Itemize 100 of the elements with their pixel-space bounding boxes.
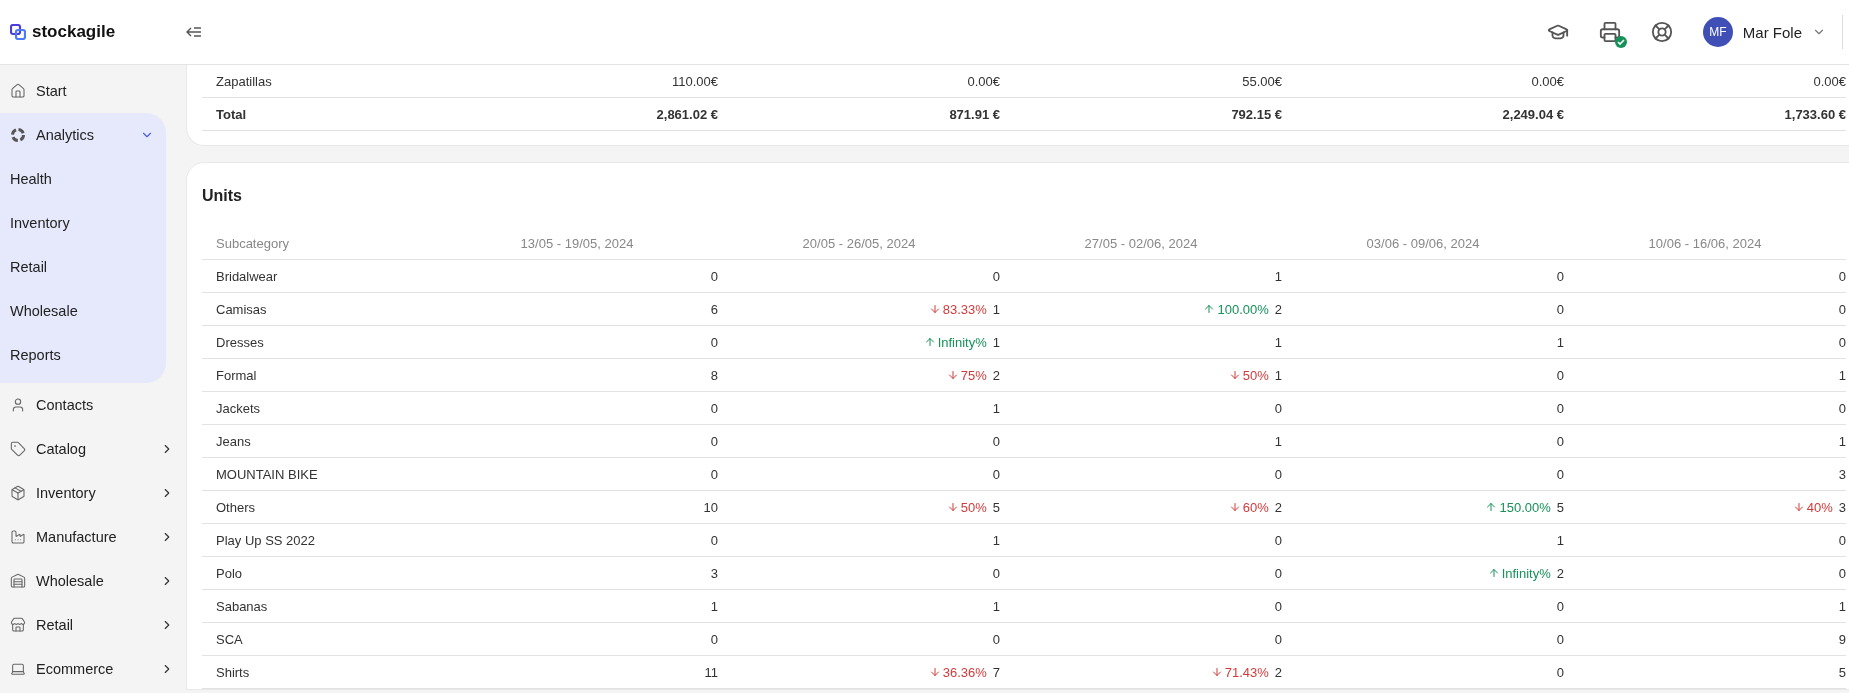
- table-cell: Total: [202, 98, 436, 131]
- arrow-down-icon: [1228, 501, 1241, 513]
- table-cell: SCA: [202, 623, 436, 656]
- change-percent: Infinity%: [937, 334, 987, 350]
- sidebar-subitem[interactable]: Wholesale: [0, 289, 166, 333]
- arrow-down-icon: [946, 369, 959, 381]
- tag-icon: [10, 441, 26, 457]
- unit-count: 1: [1838, 367, 1846, 383]
- sidebar-item[interactable]: Manufacture: [0, 515, 186, 559]
- unit-count: 0: [992, 565, 1000, 581]
- unit-count: 3: [710, 565, 718, 581]
- sidebar-item[interactable]: Inventory: [0, 471, 186, 515]
- unit-count: 5: [992, 499, 1000, 515]
- unit-count: 0: [1556, 598, 1564, 614]
- lifebuoy-icon[interactable]: [1650, 21, 1673, 43]
- change-percent: 60%: [1242, 499, 1269, 515]
- table-cell: 1,733.60 €: [1564, 98, 1846, 131]
- sidebar-subitem[interactable]: Health: [0, 157, 166, 201]
- unit-count: 0: [1556, 301, 1564, 317]
- table-cell: Camisas: [202, 293, 436, 326]
- sidebar-subitem[interactable]: Inventory: [0, 201, 166, 245]
- table-cell: Play Up SS 2022: [202, 524, 436, 557]
- column-header: 20/05 - 26/05, 2024: [718, 227, 1000, 260]
- box-icon: [10, 485, 26, 501]
- user-menu[interactable]: MF Mar Fole: [1702, 15, 1843, 49]
- arrow-down-icon: [946, 501, 959, 513]
- sidebar-item[interactable]: Retail: [0, 603, 186, 647]
- home-icon: [10, 83, 26, 99]
- sidebar-item[interactable]: Start: [0, 69, 186, 113]
- table-cell: Polo: [202, 557, 436, 590]
- arrow-up-icon: [1485, 501, 1498, 513]
- unit-count: 0: [1838, 400, 1846, 416]
- unit-count: 10: [703, 499, 718, 515]
- sidebar-item[interactable]: Ecommerce: [0, 647, 186, 691]
- unit-count: 0: [1274, 631, 1282, 647]
- unit-count: 0: [992, 433, 1000, 449]
- unit-count: 0: [710, 400, 718, 416]
- unit-count: 0: [1556, 433, 1564, 449]
- unit-count: 0: [1274, 400, 1282, 416]
- change-percent: 150.00%: [1499, 499, 1551, 515]
- unit-count: 1: [992, 301, 1000, 317]
- unit-count: 0: [1556, 466, 1564, 482]
- table-cell: Sabanas: [202, 590, 436, 623]
- table-cell: MOUNTAIN BIKE: [202, 458, 436, 491]
- unit-count: 5: [1838, 664, 1846, 680]
- unit-count: 0: [1556, 400, 1564, 416]
- sidebar-item[interactable]: Catalog: [0, 427, 186, 471]
- store-icon: [10, 617, 26, 633]
- unit-count: 1: [710, 598, 718, 614]
- unit-count: 0: [1556, 631, 1564, 647]
- unit-count: 0: [1274, 598, 1282, 614]
- unit-count: 0: [1274, 565, 1282, 581]
- unit-count: 1: [1556, 334, 1564, 350]
- change-percent: 50%: [1242, 367, 1269, 383]
- unit-count: 0: [710, 334, 718, 350]
- avatar: MF: [1702, 17, 1733, 47]
- unit-count: 0: [1838, 268, 1846, 284]
- change-percent: Infinity%: [1501, 565, 1551, 581]
- column-header: 10/06 - 16/06, 2024: [1564, 227, 1846, 260]
- ring-icon: [10, 127, 26, 143]
- sidebar-item[interactable]: Analytics: [0, 113, 166, 157]
- sidebar-subitem[interactable]: Reports: [0, 333, 166, 377]
- unit-count: 0: [710, 532, 718, 548]
- collapse-sidebar-icon[interactable]: [186, 26, 202, 38]
- unit-count: 2: [1556, 565, 1564, 581]
- table-cell: Others: [202, 491, 436, 524]
- unit-count: 0: [1556, 664, 1564, 680]
- arrow-down-icon: [928, 666, 941, 678]
- table-cell: 0.00€: [1564, 65, 1846, 98]
- sidebar-item[interactable]: Wholesale: [0, 559, 186, 603]
- printer-icon[interactable]: [1598, 21, 1621, 43]
- column-header: 03/06 - 09/06, 2024: [1282, 227, 1564, 260]
- unit-count: 1: [1556, 532, 1564, 548]
- sidebar-item[interactable]: Contacts: [0, 383, 186, 427]
- unit-count: 8: [710, 367, 718, 383]
- arrow-up-icon: [1203, 303, 1216, 315]
- unit-count: 2: [992, 367, 1000, 383]
- table-cell: 2,249.04 €: [1282, 98, 1564, 131]
- unit-count: 0: [1556, 268, 1564, 284]
- unit-count: 1: [992, 532, 1000, 548]
- unit-count: 0: [710, 631, 718, 647]
- table-cell: Zapatillas: [202, 65, 436, 98]
- unit-count: 1: [1274, 334, 1282, 350]
- unit-count: 0: [992, 631, 1000, 647]
- unit-count: 0: [1838, 532, 1846, 548]
- unit-count: 1: [1838, 433, 1846, 449]
- unit-count: 0: [710, 268, 718, 284]
- arrow-down-icon: [1228, 369, 1241, 381]
- unit-count: 3: [1838, 466, 1846, 482]
- table-cell: Bridalwear: [202, 260, 436, 293]
- column-header: 13/05 - 19/05, 2024: [436, 227, 718, 260]
- unit-count: 1: [1274, 367, 1282, 383]
- unit-count: 0: [992, 268, 1000, 284]
- table-cell: Dresses: [202, 326, 436, 359]
- sidebar-subitem[interactable]: Retail: [0, 245, 166, 289]
- unit-count: 6: [710, 301, 718, 317]
- brand-name: stockagile: [32, 22, 116, 42]
- unit-count: 1: [992, 598, 1000, 614]
- unit-count: 0: [1838, 565, 1846, 581]
- column-header: 27/05 - 02/06, 2024: [1000, 227, 1282, 260]
